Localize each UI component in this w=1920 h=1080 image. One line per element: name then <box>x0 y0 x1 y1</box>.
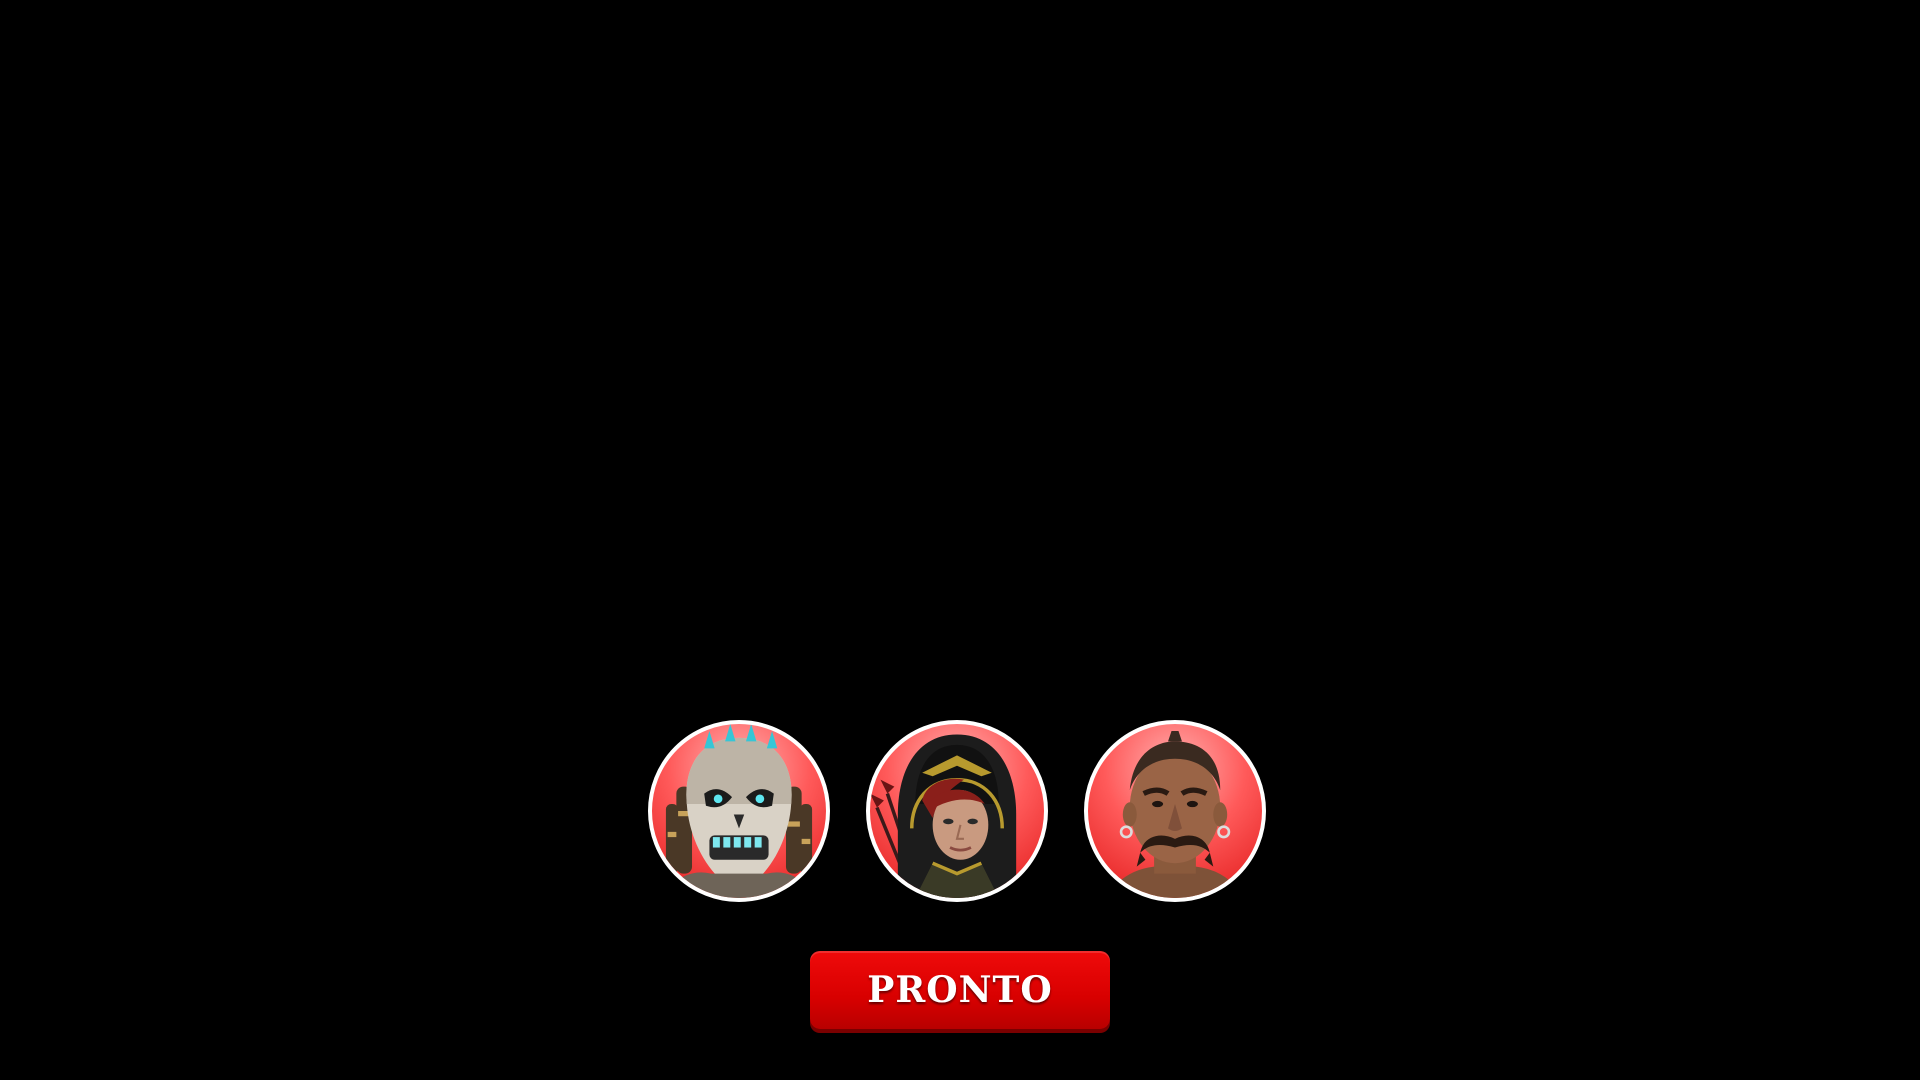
character-portrait-1[interactable] <box>648 720 830 902</box>
game-screen: PRONTO <box>0 0 1920 1080</box>
character-portrait-2[interactable] <box>866 720 1048 902</box>
mustached-brawler-portrait-icon <box>1105 730 1245 898</box>
character-portraits <box>648 720 1266 902</box>
character-portrait-3[interactable] <box>1084 720 1266 902</box>
ready-button[interactable]: PRONTO <box>810 951 1110 1029</box>
hooded-archer-portrait-icon <box>870 734 1017 898</box>
armored-skull-warrior-portrait-icon <box>658 724 820 898</box>
ready-button-label: PRONTO <box>867 969 1053 1011</box>
